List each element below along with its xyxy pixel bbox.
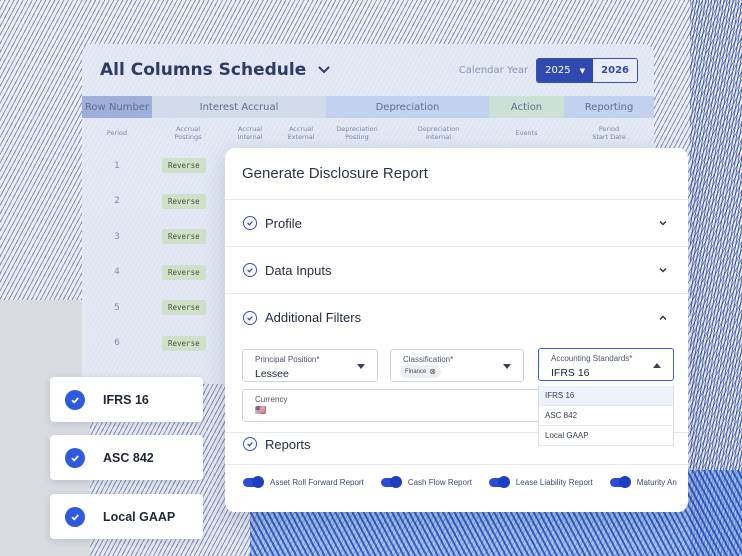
chevron-down-icon[interactable] <box>658 218 668 228</box>
schedule-title[interactable]: All Columns Schedule <box>100 60 306 80</box>
reverse-badge[interactable]: Reverse <box>162 335 206 351</box>
sub-column-header: Depreciation Internal <box>417 124 460 141</box>
sub-column-header: Period <box>106 128 128 137</box>
chevron-down-icon[interactable] <box>658 265 668 275</box>
toggle-label: Lease Liability Report <box>515 478 593 487</box>
sub-column-header: Accrual Internal <box>237 124 263 141</box>
field-value: IFRS 16 <box>551 367 590 379</box>
check-icon <box>65 447 85 468</box>
calendar-year-label: Calendar Year <box>458 64 529 76</box>
section-label: Data Inputs <box>265 262 332 278</box>
check-circle-icon <box>243 263 257 277</box>
row-number: 2 <box>114 196 120 207</box>
caret-down-icon <box>357 364 365 369</box>
card-label: Local GAAP <box>103 509 176 524</box>
field-value: Lessee <box>255 368 289 380</box>
modal-title: Generate Disclosure Report <box>225 148 688 200</box>
classification-chip[interactable]: Finance ⊗ <box>400 365 442 378</box>
chevron-up-icon[interactable] <box>658 313 668 323</box>
column-group-headers: Row Number Interest Accrual Depreciation Ac… <box>82 96 654 118</box>
caret-up-icon <box>653 363 661 368</box>
dropdown-option[interactable]: IFRS 16 <box>539 386 673 406</box>
section-data-inputs[interactable]: Data Inputs <box>225 247 688 294</box>
year-2026-button[interactable]: 2026 <box>593 58 637 82</box>
toggle-switch[interactable] <box>609 476 631 488</box>
sub-column-header: Events <box>515 128 538 137</box>
field-label: Currency <box>255 395 288 404</box>
remove-chip-icon[interactable]: ⊗ <box>429 367 436 376</box>
section-additional-filters[interactable]: Additional Filters <box>225 294 688 341</box>
check-icon <box>65 506 85 527</box>
section-reports[interactable]: Reports <box>225 425 311 463</box>
caret-down-icon: ▼ <box>579 66 586 75</box>
dropdown-option[interactable]: ASC 842 <box>539 406 673 426</box>
toggle-switch[interactable] <box>488 476 510 488</box>
column-header: Row Number <box>82 96 152 118</box>
toggle-label: Cash Flow Report <box>407 478 472 487</box>
accounting-standards-select[interactable]: Accounting Standards* IFRS 16 <box>538 348 674 381</box>
toggle-label: Maturity An <box>636 478 677 487</box>
section-label: Profile <box>265 215 302 231</box>
field-label: Classification* <box>403 355 454 364</box>
sub-column-header: Accrual External <box>287 124 315 141</box>
field-label: Accounting Standards* <box>551 354 633 363</box>
reverse-badge[interactable]: Reverse <box>162 193 206 209</box>
chevron-down-icon[interactable] <box>318 63 330 78</box>
field-label: Principal Position* <box>255 355 320 364</box>
principal-position-select[interactable]: Principal Position* Lessee <box>242 349 378 382</box>
section-label: Reports <box>265 436 311 452</box>
dropdown-option[interactable]: Local GAAP <box>539 426 673 446</box>
disclosure-report-modal: Generate Disclosure Report Profile Data … <box>225 148 688 512</box>
column-header: Interest Accrual <box>152 96 326 118</box>
row-number: 4 <box>114 267 120 278</box>
reverse-badge[interactable]: Reverse <box>162 300 206 316</box>
divider <box>225 464 688 465</box>
column-header: Action <box>489 96 564 118</box>
row-number: 3 <box>114 231 120 242</box>
standard-card-local-gaap[interactable]: Local GAAP <box>50 494 203 539</box>
standard-card-ifrs16[interactable]: IFRS 16 <box>50 377 203 422</box>
sub-column-header: Period Start Date <box>592 124 626 141</box>
card-label: ASC 842 <box>103 450 154 465</box>
toggle-switch[interactable] <box>380 476 402 488</box>
classification-select[interactable]: Classification* Finance ⊗ <box>390 349 524 382</box>
sub-column-header: Accrual Postings <box>174 124 202 141</box>
standard-card-asc842[interactable]: ASC 842 <box>50 435 203 480</box>
reverse-badge[interactable]: Reverse <box>162 229 206 245</box>
toggle-asset-roll-forward[interactable]: Asset Roll Forward Report <box>243 476 364 488</box>
toggle-switch[interactable] <box>243 476 264 488</box>
toggle-maturity[interactable]: Maturity An <box>609 476 677 488</box>
check-circle-icon <box>243 310 257 325</box>
card-label: IFRS 16 <box>103 392 149 407</box>
us-flag-icon: 🇺🇸 <box>255 405 267 415</box>
column-header: Depreciation <box>326 96 489 118</box>
sub-column-headers: Period Accrual Postings Accrual Internal Ac… <box>82 118 654 148</box>
reverse-badge[interactable]: Reverse <box>162 264 206 280</box>
section-profile[interactable]: Profile <box>225 200 688 247</box>
row-number: 1 <box>114 160 120 171</box>
check-icon <box>65 389 85 410</box>
check-circle-icon <box>243 437 257 451</box>
sub-column-header: Depreciation Posting <box>336 124 378 141</box>
check-circle-icon <box>243 216 257 230</box>
toggle-lease-liability[interactable]: Lease Liability Report <box>488 476 593 488</box>
accounting-standards-dropdown: IFRS 16 ASC 842 Local GAAP <box>538 386 674 446</box>
caret-down-icon <box>503 364 511 369</box>
toggle-label: Asset Roll Forward Report <box>270 478 364 487</box>
toggle-cash-flow[interactable]: Cash Flow Report <box>380 476 472 488</box>
section-label: Additional Filters <box>265 310 362 325</box>
row-number: 5 <box>114 302 120 313</box>
report-toggles: Asset Roll Forward Report Cash Flow Repo… <box>243 476 688 488</box>
year-2025-dropdown[interactable]: 2025 ▼ <box>537 58 594 82</box>
row-number: 6 <box>114 338 120 349</box>
schedule-header: All Columns Schedule Calendar Year 2025 … <box>82 44 654 96</box>
chip-label: Finance <box>405 368 427 375</box>
column-header: Reporting <box>564 96 654 118</box>
reverse-badge[interactable]: Reverse <box>162 158 206 174</box>
year-selected: 2025 <box>545 64 571 76</box>
year-selector: 2025 ▼ 2026 <box>536 57 638 83</box>
